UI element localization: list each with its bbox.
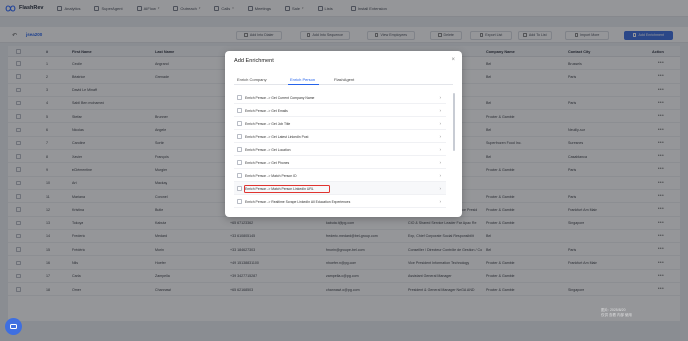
tab-flashagent[interactable]: FlashAgent [334, 77, 354, 82]
chevron-right-icon[interactable]: › [440, 160, 442, 165]
option-label: Enrich Person -> Realtime Scrape LinkedI… [245, 199, 351, 204]
option-label: Enrich Person -> Get Job Title [245, 121, 291, 126]
chevron-right-icon[interactable]: › [440, 121, 442, 126]
add-enrichment-dialog: Add Enrichment × Enrich Company Enrich P… [225, 51, 462, 217]
watermark: 图片: 2025/8/20 仅供 查看 内部 使用 [601, 308, 632, 317]
option-label: Enrich Person -> Get Phones [245, 160, 290, 165]
option-label: Enrich Person -> Get Current Company Nam… [245, 95, 315, 100]
option-checkbox[interactable] [237, 199, 242, 204]
option-checkbox[interactable] [237, 121, 242, 126]
chevron-right-icon[interactable]: › [440, 173, 442, 178]
chevron-right-icon[interactable]: › [440, 199, 442, 204]
enrichment-tabs: Enrich Company Enrich Person FlashAgent [234, 75, 453, 86]
dialog-scrollbar[interactable] [453, 93, 455, 151]
enrichment-option-list: Enrich Person -> Get Current Company Nam… [234, 91, 453, 209]
option-label: Enrich Person -> Match Person ID [245, 173, 297, 178]
option-label: Enrich Person -> Get Latest LinkedIn Pos… [245, 134, 309, 139]
enrichment-option[interactable]: Enrich Person -> Get Latest LinkedIn Pos… [234, 130, 446, 143]
chevron-right-icon[interactable]: › [440, 95, 442, 100]
enrichment-option[interactable]: Enrich Person -> Get Emails › [234, 104, 446, 117]
option-checkbox[interactable] [237, 108, 242, 113]
enrichment-option[interactable]: Enrich Person -> Realtime Scrape LinkedI… [234, 195, 446, 208]
chevron-right-icon[interactable]: › [440, 186, 442, 191]
enrichment-option[interactable]: Enrich Person -> Match Person LinkedIn U… [234, 182, 446, 195]
enrichment-option[interactable]: Enrich Person -> Match Person ID › [234, 169, 446, 182]
chat-bubble-icon [10, 323, 17, 330]
watermark-line-2: 仅供 查看 内部 使用 [601, 312, 632, 317]
enrichment-option[interactable]: Enrich Person -> Get Job Title › [234, 117, 446, 130]
tab-enrich-person[interactable]: Enrich Person [290, 77, 315, 82]
option-checkbox[interactable] [237, 147, 242, 152]
tab-enrich-company[interactable]: Enrich Company [237, 77, 267, 82]
chevron-right-icon[interactable]: › [440, 134, 442, 139]
option-checkbox[interactable] [237, 160, 242, 165]
option-label: Enrich Person -> Get Emails [245, 108, 288, 113]
highlight-annotation-box [244, 184, 330, 193]
close-icon[interactable]: × [451, 57, 455, 63]
option-checkbox[interactable] [237, 186, 242, 191]
dialog-title: Add Enrichment [234, 58, 274, 64]
enrichment-option[interactable]: Enrich Person -> Get Phones › [234, 156, 446, 169]
chevron-right-icon[interactable]: › [440, 108, 442, 113]
option-label: Enrich Person -> Get Location [245, 147, 291, 152]
option-checkbox[interactable] [237, 134, 242, 139]
chevron-right-icon[interactable]: › [440, 147, 442, 152]
chat-support-button[interactable] [5, 318, 22, 335]
option-checkbox[interactable] [237, 173, 242, 178]
option-checkbox[interactable] [237, 95, 242, 100]
enrichment-option[interactable]: Enrich Person -> Get Current Company Nam… [234, 91, 446, 104]
active-tab-indicator [288, 84, 319, 86]
enrichment-option[interactable]: Enrich Person -> Get Location › [234, 143, 446, 156]
